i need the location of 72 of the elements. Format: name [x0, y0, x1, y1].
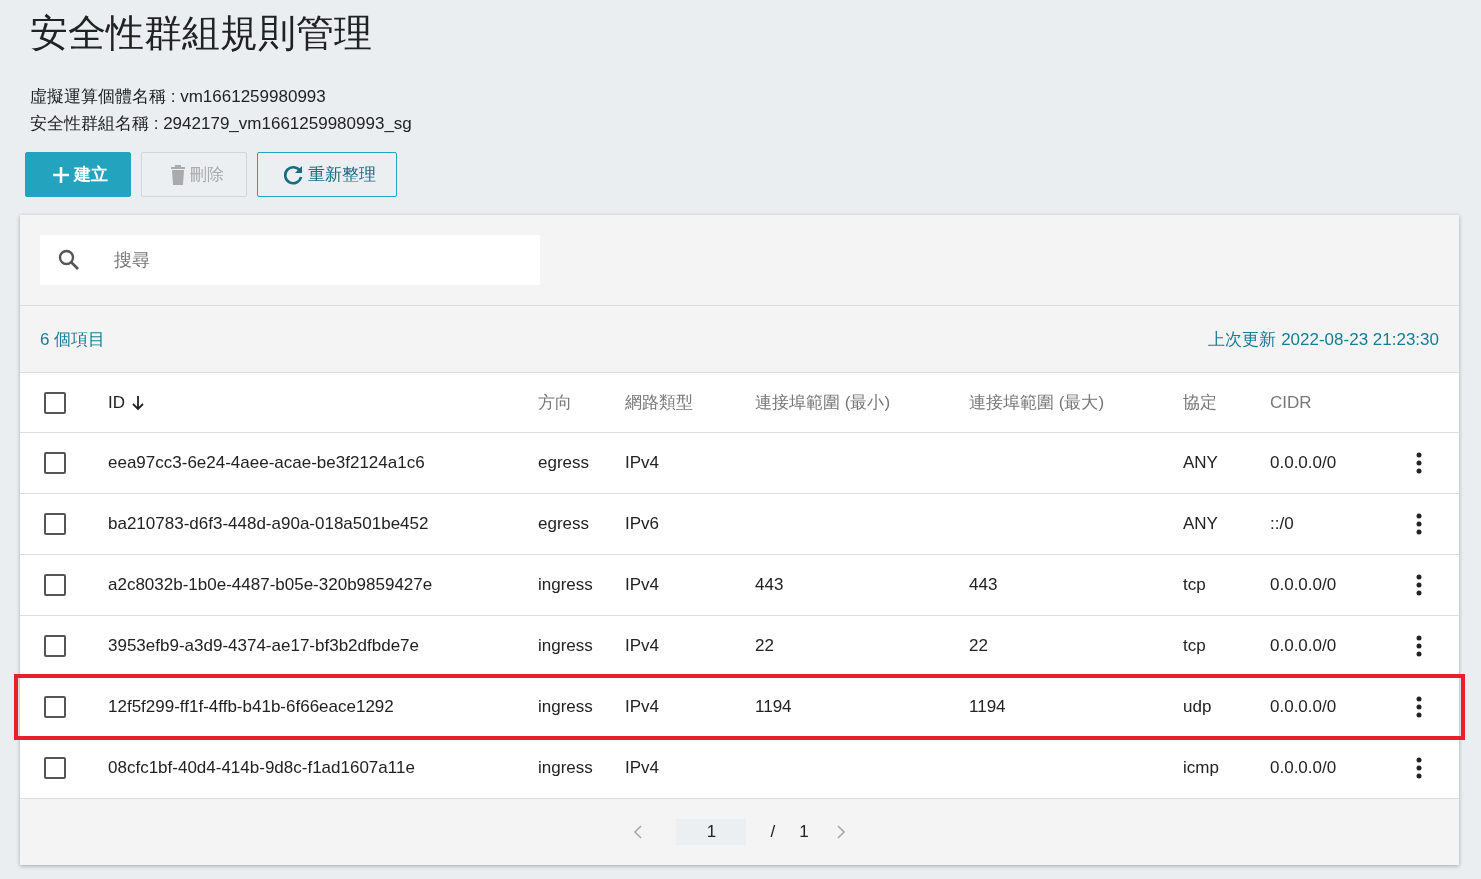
table-cell-text: ::/0 — [1270, 514, 1295, 534]
column-header[interactable]: ID — [108, 392, 538, 413]
more-options-icon[interactable] — [1416, 696, 1422, 718]
last-updated: 上次更新 2022-08-23 21:23:30 — [1208, 328, 1439, 351]
checkbox[interactable] — [44, 757, 66, 779]
refresh-button[interactable]: 重新整理 — [257, 152, 397, 197]
checkbox[interactable] — [44, 574, 66, 596]
total-pages: 1 — [799, 822, 809, 842]
table-cell-text: 0.0.0.0/0 — [1270, 758, 1338, 778]
checkbox[interactable] — [44, 513, 66, 535]
table-cell-text: 12f5f299-ff1f-4ffb-b41b-6f66eace1292 — [108, 697, 395, 717]
table-cell-text: egress — [538, 514, 591, 534]
column-header[interactable]: 協定 — [1183, 391, 1270, 414]
checkbox[interactable] — [44, 696, 66, 718]
table-cell-text: eea97cc3-6e24-4aee-acae-be3f2124a1c6 — [108, 453, 426, 473]
sort-down-icon — [131, 394, 145, 411]
table-cell-text: IPv4 — [625, 758, 661, 778]
refresh-icon — [282, 163, 304, 186]
page-number-field[interactable]: 1 — [676, 819, 747, 845]
column-header[interactable]: 連接埠範圍 (最小) — [755, 391, 969, 414]
more-options-icon[interactable] — [1416, 452, 1422, 474]
table-cell-text: 443 — [755, 575, 785, 595]
more-options-icon[interactable] — [1416, 635, 1422, 657]
table-cell-text: IPv4 — [625, 453, 661, 473]
table-cell-text: IPv4 — [625, 636, 661, 656]
info-text: 虛擬運算個體名稱 : vm1661259980993 — [30, 86, 327, 107]
column-header[interactable]: 網路類型 — [625, 391, 755, 414]
create-button[interactable]: 建立 — [25, 152, 131, 197]
search-icon — [58, 249, 80, 271]
table-cell-text: a2c8032b-1b0e-4487-b05e-320b9859427e — [108, 575, 434, 595]
table-cell-text: icmp — [1183, 758, 1220, 778]
table-cell-text: IPv4 — [625, 575, 661, 595]
checkbox[interactable] — [44, 391, 66, 414]
table-cell-text: 0.0.0.0/0 — [1270, 575, 1338, 595]
table-cell-text: ANY — [1183, 514, 1219, 534]
table-cell-text: 0.0.0.0/0 — [1270, 636, 1338, 656]
table-cell-text: IPv4 — [625, 697, 661, 717]
table-cell-text: IPv6 — [625, 514, 661, 534]
more-options-icon[interactable] — [1416, 513, 1422, 535]
table-cell-text: egress — [538, 453, 591, 473]
column-header[interactable]: 連接埠範圍 (最大) — [969, 391, 1183, 414]
item-count: 6 個項目 — [40, 328, 106, 351]
table-cell-text: 08cfc1bf-40d4-414b-9d8c-f1ad1607a11e — [108, 758, 416, 778]
table-cell-text: ANY — [1183, 453, 1219, 473]
plus-icon — [52, 165, 70, 184]
page-separator: / — [770, 822, 776, 842]
table-cell-text: 3953efb9-a3d9-4374-ae17-bf3b2dfbde7e — [108, 636, 420, 656]
more-options-icon[interactable] — [1416, 757, 1422, 779]
table-cell-text: ingress — [538, 636, 594, 656]
trash-icon — [170, 163, 186, 186]
table-cell-text: 0.0.0.0/0 — [1270, 697, 1338, 717]
table-cell-text: 22 — [969, 636, 989, 656]
table-cell-text: 0.0.0.0/0 — [1270, 453, 1338, 473]
table-cell-text: ingress — [538, 575, 594, 595]
table-cell-text: 443 — [969, 575, 999, 595]
more-options-icon[interactable] — [1416, 574, 1422, 596]
table-cell-text: tcp — [1183, 636, 1207, 656]
checkbox[interactable] — [44, 635, 66, 657]
table-cell-text: 22 — [755, 636, 775, 656]
info-text: 安全性群組名稱 : 2942179_vm1661259980993_sg — [30, 113, 413, 134]
column-header[interactable]: 方向 — [538, 391, 625, 414]
table-cell-text: ingress — [538, 758, 594, 778]
table-cell-text: 1194 — [755, 697, 793, 717]
page-title: 安全性群組規則管理 — [30, 11, 373, 56]
table-cell-text: ba210783-d6f3-448d-a90a-018a501be452 — [108, 514, 430, 534]
table-cell-text: udp — [1183, 697, 1213, 717]
search-field[interactable]: 搜尋 — [40, 235, 540, 285]
table-cell-text: ingress — [538, 697, 594, 717]
table-cell-text: tcp — [1183, 575, 1207, 595]
column-header[interactable]: CIDR — [1270, 392, 1399, 413]
checkbox[interactable] — [44, 452, 66, 474]
table-cell-text: 1194 — [969, 697, 1007, 717]
